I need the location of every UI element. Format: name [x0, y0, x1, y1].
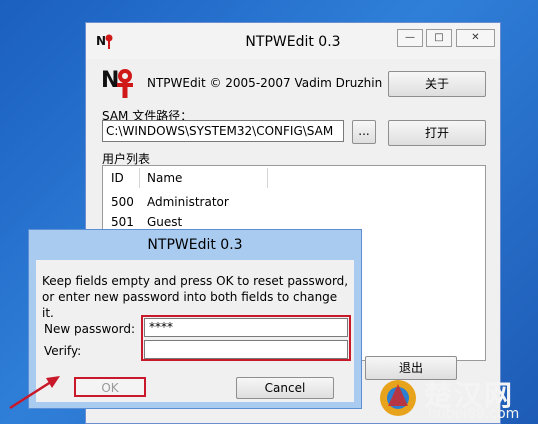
new-password-label: New password:: [44, 322, 136, 336]
verify-label: Verify:: [44, 344, 82, 358]
svg-text:N: N: [101, 68, 119, 93]
browse-button[interactable]: ...: [352, 120, 376, 144]
dialog-message: Keep fields empty and press OK to reset …: [42, 273, 352, 321]
watermark-url: hubei88.com: [428, 406, 520, 422]
column-header-name[interactable]: Name: [147, 171, 182, 185]
app-logo-icon: N: [101, 68, 133, 98]
column-divider: [267, 168, 268, 188]
minimize-button[interactable]: —: [397, 29, 423, 47]
main-title-bar[interactable]: N NTPWEdit 0.3 — □ ✕: [86, 23, 500, 59]
dialog-body: Keep fields empty and press OK to reset …: [36, 260, 354, 372]
highlight-box: [141, 315, 351, 361]
annotation-arrow-icon: [9, 376, 60, 410]
column-divider: [139, 168, 140, 188]
dialog-title[interactable]: NTPWEdit 0.3: [29, 230, 361, 260]
dialog-footer: OK Cancel: [36, 372, 354, 402]
maximize-button[interactable]: □: [426, 29, 452, 47]
close-button[interactable]: ✕: [456, 29, 495, 47]
user-id: 501: [111, 215, 134, 229]
cancel-button[interactable]: Cancel: [236, 377, 334, 399]
password-dialog: NTPWEdit 0.3 Keep fields empty and press…: [28, 229, 362, 409]
watermark-logo-icon: [380, 380, 416, 416]
sam-path-input[interactable]: C:\WINDOWS\SYSTEM32\CONFIG\SAM: [102, 120, 344, 142]
watermark: 楚汉网 hubei88.com: [372, 372, 538, 424]
copyright-text: NTPWEdit © 2005-2007 Vadim Druzhin: [147, 76, 383, 90]
user-name: Administrator: [147, 195, 229, 209]
column-header-id[interactable]: ID: [111, 171, 124, 185]
user-id: 500: [111, 195, 134, 209]
ok-button[interactable]: OK: [74, 377, 146, 397]
dialog-message-line: Keep fields empty and press OK to reset …: [42, 274, 349, 288]
open-button[interactable]: 打开: [388, 120, 486, 146]
user-row[interactable]: 500 Administrator: [103, 192, 485, 212]
user-list-header: ID Name: [103, 166, 485, 190]
user-name: Guest: [147, 215, 183, 229]
about-button[interactable]: 关于: [388, 71, 486, 97]
